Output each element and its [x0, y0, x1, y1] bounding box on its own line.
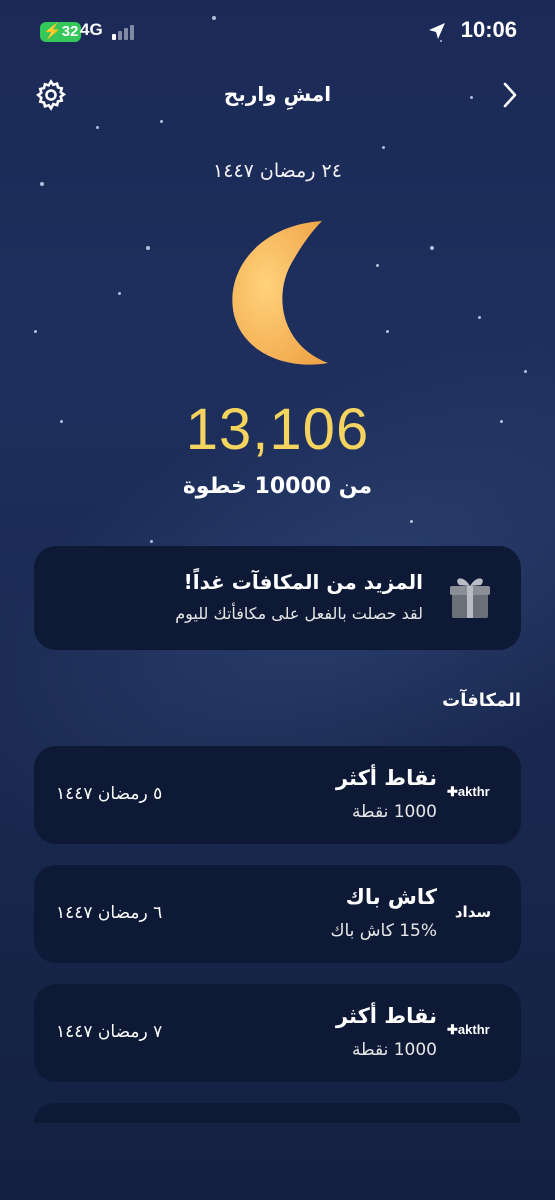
reward-subtitle: 1000 نقطة [351, 1040, 437, 1060]
rewards-section-title: المكافآت [442, 690, 521, 711]
step-goal: من 10000 خطوة [182, 474, 373, 499]
charging-icon: ⚡ [43, 23, 62, 40]
battery-indicator: ⚡32 [40, 22, 82, 42]
page-title: امشِ واربح [223, 82, 332, 106]
location-arrow-icon [429, 23, 445, 39]
reward-date: ٦ رمضان ١٤٤٧ [56, 903, 163, 923]
reward-subtitle: 15% كاش باك [330, 921, 437, 941]
reward-card-partial[interactable] [34, 1103, 521, 1123]
reward-card[interactable]: سداد كاش باك 15% كاش باك ٦ رمضان ١٤٤٧ [34, 865, 521, 963]
info-subtitle: لقد حصلت بالفعل على مكافأتك لليوم [175, 604, 423, 623]
battery-level: 32 [61, 23, 79, 40]
info-title: المزيد من المكافآت غداً! [183, 570, 423, 594]
reward-subtitle: 1000 نقطة [351, 802, 437, 822]
crescent-moon-icon [232, 221, 328, 365]
status-bar: ⚡32 4G 10:06 [0, 0, 555, 64]
akthr-logo: ✚akthr [447, 1022, 490, 1037]
akthr-logo: ✚akthr [447, 784, 490, 799]
status-time: 10:06 [460, 17, 517, 42]
sadad-logo: سداد [454, 903, 492, 921]
signal-icon [112, 24, 136, 40]
reward-card[interactable]: ✚akthr نقاط أكثر 1000 نقطة ٥ رمضان ١٤٤٧ [34, 746, 521, 844]
header: امشِ واربح [0, 76, 555, 116]
reward-title: نقاط أكثر [335, 766, 437, 790]
reward-title: كاش باك [345, 885, 437, 909]
rewards-info-card: المزيد من المكافآت غداً! لقد حصلت بالفعل… [34, 546, 521, 650]
hijri-date: ٢٤ رمضان ١٤٤٧ [213, 160, 342, 182]
network-type: 4G [80, 20, 103, 39]
reward-date: ٥ رمضان ١٤٤٧ [56, 784, 163, 804]
reward-date: ٧ رمضان ١٤٤٧ [56, 1022, 163, 1042]
reward-title: نقاط أكثر [335, 1004, 437, 1028]
chevron-right-icon[interactable] [499, 80, 521, 110]
reward-card[interactable]: ✚akthr نقاط أكثر 1000 نقطة ٧ رمضان ١٤٤٧ [34, 984, 521, 1082]
gift-icon [450, 578, 490, 618]
step-count: 13,106 [185, 397, 370, 462]
